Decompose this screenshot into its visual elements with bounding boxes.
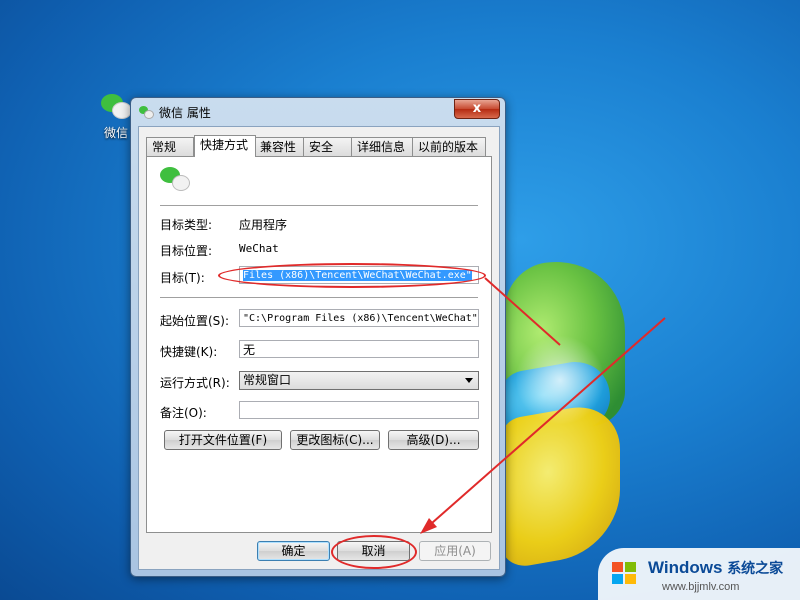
windows-flag-icon [612,562,638,586]
watermark-brand-cn: 系统之家 [727,560,784,576]
watermark-brand-text: Windows [648,558,723,577]
annotation-arrow [420,277,666,534]
watermark-url: www.bjjmlv.com [662,581,740,593]
watermark: Windows 系统之家 www.bjjmlv.com [598,548,800,600]
tab-shortcut[interactable]: 快捷方式 [194,135,256,157]
watermark-brand: Windows 系统之家 [648,558,783,578]
